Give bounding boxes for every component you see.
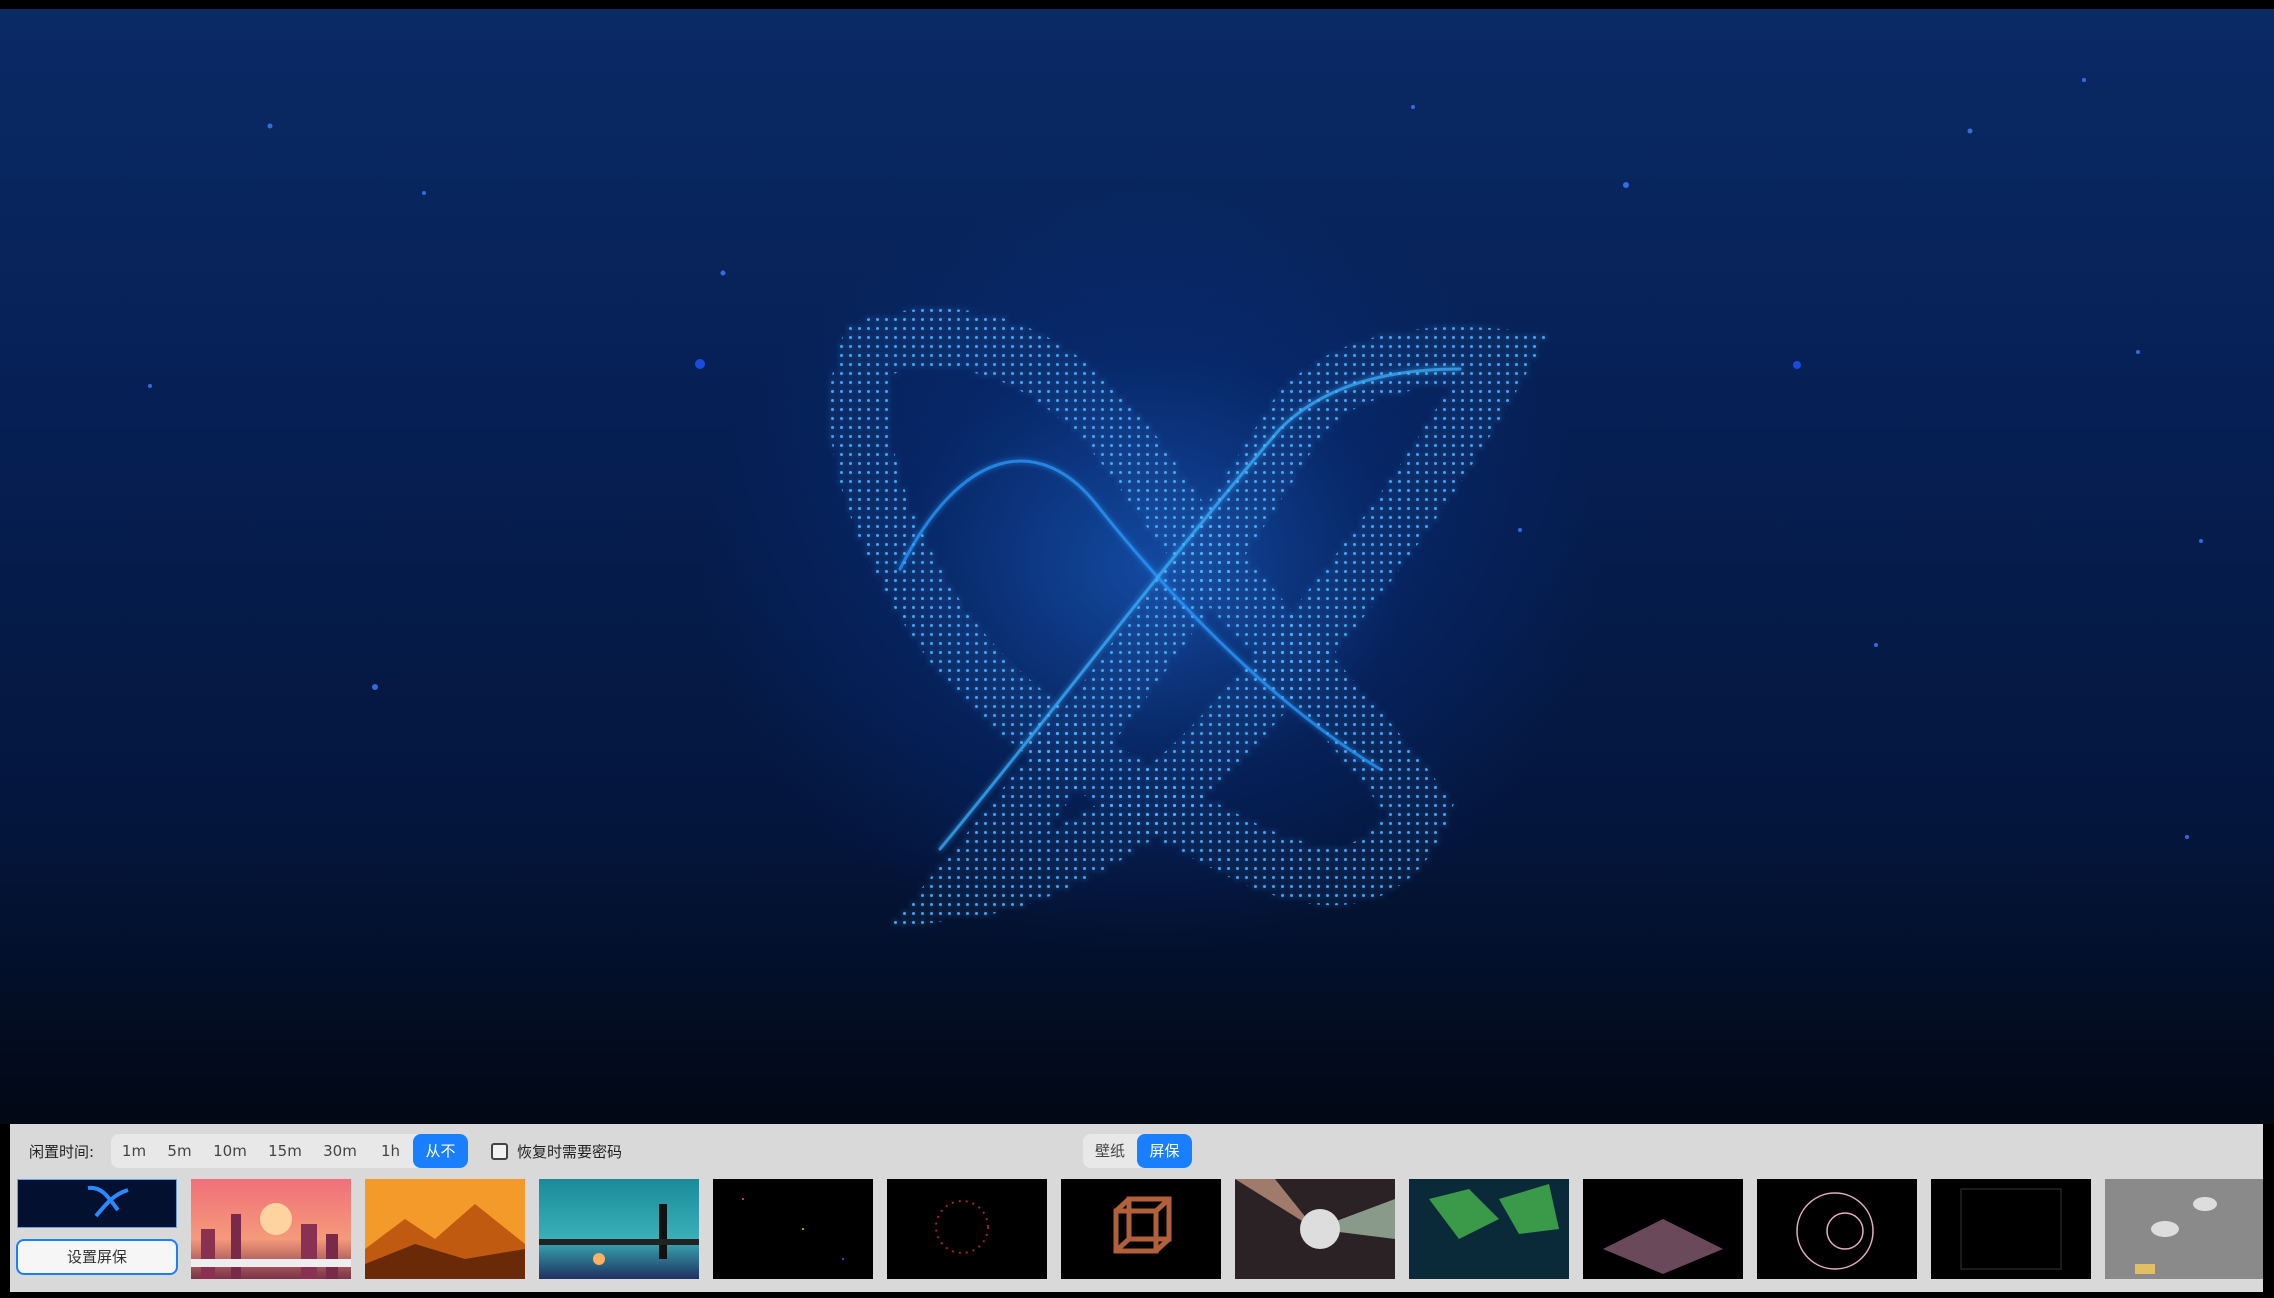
require-password-checkbox[interactable] xyxy=(491,1143,508,1160)
thumbnail-wire-cube[interactable] xyxy=(1061,1179,1221,1279)
top-black-strip xyxy=(0,0,2274,9)
thumbnail-lighthouse-bridge[interactable] xyxy=(539,1179,699,1279)
thumbnail-green-tiles[interactable] xyxy=(1409,1179,1569,1279)
tab-screensaver[interactable]: 屏保 xyxy=(1137,1134,1192,1168)
idle-option-1m[interactable]: 1m xyxy=(111,1134,157,1168)
deepin-logo xyxy=(829,308,1549,929)
require-password-label: 恢复时需要密码 xyxy=(517,1143,623,1161)
thumbnail-orange-mountains[interactable] xyxy=(365,1179,525,1279)
thumbnail-particle-sphere[interactable] xyxy=(887,1179,1047,1279)
idle-option-10m[interactable]: 10m xyxy=(202,1134,258,1168)
screensaver-preview xyxy=(0,9,2274,1124)
idle-option-30m[interactable]: 30m xyxy=(312,1134,368,1168)
idle-option-15m[interactable]: 15m xyxy=(258,1134,312,1168)
thumbnail-city-sunset[interactable] xyxy=(191,1179,351,1279)
stars xyxy=(148,78,2203,839)
thumbnail-pink-grid[interactable] xyxy=(1583,1179,1743,1279)
mode-switch: 壁纸 屏保 xyxy=(1083,1134,1192,1168)
idle-time-selector: 1m 5m 10m 15m 30m 1h 从不 xyxy=(111,1134,468,1168)
set-screensaver-button[interactable]: 设置屏保 xyxy=(16,1239,178,1275)
thumbnail-glowing-rings[interactable] xyxy=(1757,1179,1917,1279)
thumbnail-deepin-logo[interactable] xyxy=(17,1179,177,1228)
tab-wallpaper[interactable]: 壁纸 xyxy=(1083,1134,1137,1168)
idle-time-label: 闲置时间: xyxy=(29,1143,95,1161)
thumbnail-disco-ball[interactable] xyxy=(1235,1179,1395,1279)
thumbnail-starfield[interactable] xyxy=(713,1179,873,1279)
idle-option-5m[interactable]: 5m xyxy=(157,1134,202,1168)
idle-option-never[interactable]: 从不 xyxy=(413,1134,468,1168)
idle-option-1h[interactable]: 1h xyxy=(368,1134,413,1168)
thumbnail-gray-objects[interactable] xyxy=(2105,1179,2263,1279)
thumbnail-wire-box[interactable] xyxy=(1931,1179,2091,1279)
